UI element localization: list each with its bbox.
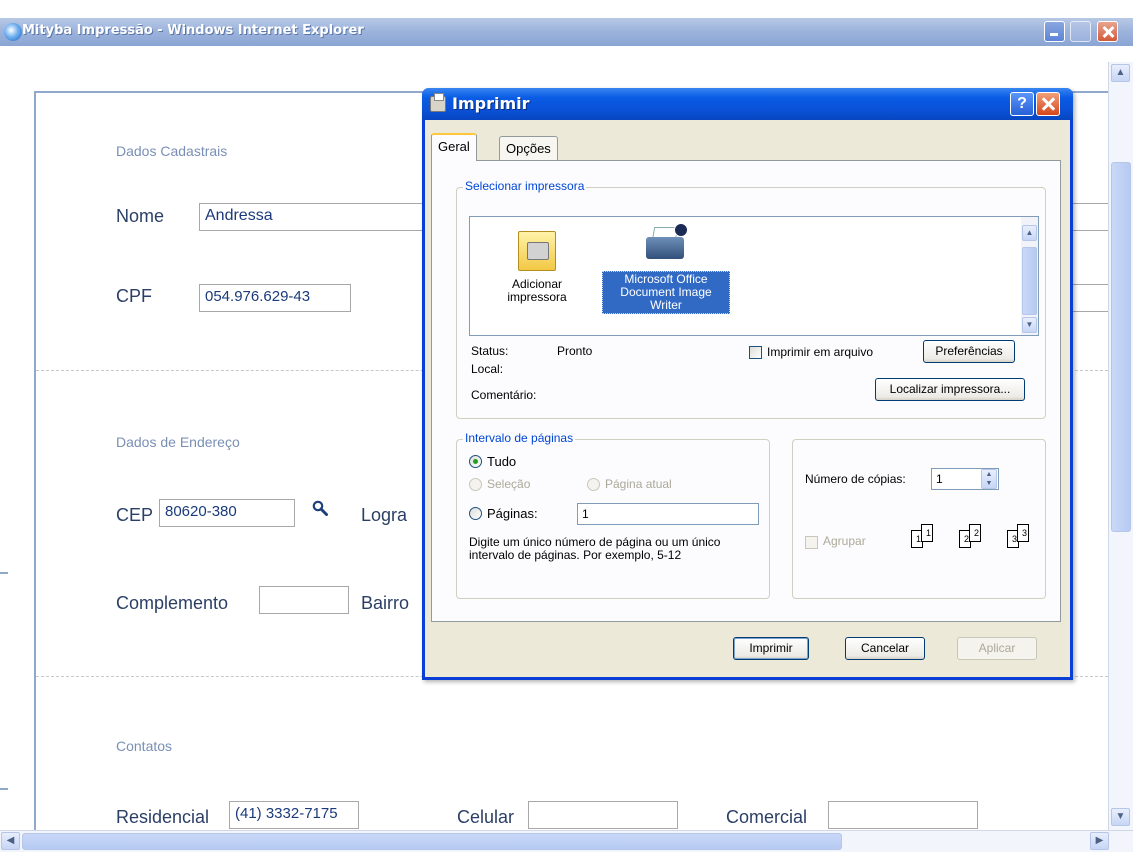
section-title-contatos: Contatos xyxy=(116,738,173,754)
find-printer-button[interactable]: Localizar impressora... xyxy=(875,378,1025,401)
status-value: Pronto xyxy=(557,344,593,358)
collate-page: 2 xyxy=(969,524,981,542)
comercial-input[interactable] xyxy=(828,801,978,829)
radio-current-page-label: Página atual xyxy=(605,477,672,491)
horizontal-scroll-thumb[interactable] xyxy=(22,833,842,850)
print-button[interactable]: Imprimir xyxy=(733,637,809,660)
comentario-label: Comentário: xyxy=(471,388,537,402)
complemento-label: Complemento xyxy=(116,593,229,613)
printer-title-icon xyxy=(430,93,446,112)
printer-name: Adicionar impressora xyxy=(507,277,567,304)
form-field-right-edge-2[interactable] xyxy=(1070,284,1108,312)
radio-all-label: Tudo xyxy=(487,454,517,469)
celular-input[interactable] xyxy=(528,801,678,829)
page-range-group: Intervalo de páginas Tudo Seleção Página… xyxy=(456,431,770,599)
left-edge-marker xyxy=(0,572,8,574)
preferences-button[interactable]: Preferências xyxy=(923,340,1015,363)
collate-icon: 1 1 2 2 3 3 xyxy=(903,520,1053,562)
collate-label: Agrupar xyxy=(823,534,866,548)
internet-explorer-icon xyxy=(4,23,22,41)
browser-title-bar: Mityba Impressão - Windows Internet Expl… xyxy=(0,18,1133,46)
copies-group: Número de cópias: 1 ▲ ▼ Agrupar 1 1 2 2 3… xyxy=(792,439,1046,599)
printer-item-mso-writer[interactable]: Microsoft Office Document Image Writer xyxy=(602,223,730,314)
scroll-up-icon[interactable]: ▲ xyxy=(1111,64,1130,82)
residencial-input[interactable]: (41) 3332-7175 xyxy=(229,801,359,829)
nome-input[interactable]: Andressa xyxy=(199,203,439,231)
complemento-input[interactable] xyxy=(259,586,349,614)
radio-all[interactable] xyxy=(469,455,482,468)
section-title-endereco: Dados de Endereço xyxy=(116,434,240,450)
select-printer-label: Selecionar impressora xyxy=(463,179,587,193)
help-button[interactable]: ? xyxy=(1010,92,1034,116)
logradouro-label: Logra xyxy=(361,505,408,525)
print-to-file-label: Imprimir em arquivo xyxy=(767,345,874,359)
radio-pages-label: Páginas: xyxy=(487,506,538,521)
maximize-button[interactable] xyxy=(1070,21,1091,42)
scroll-down-icon[interactable]: ▼ xyxy=(1022,317,1037,333)
apply-button: Aplicar xyxy=(957,637,1037,660)
celular-label: Celular xyxy=(457,807,515,827)
page-range-hint: Digite um único número de página ou um ú… xyxy=(469,535,721,562)
print-to-file-checkbox[interactable] xyxy=(749,346,762,359)
cpf-label: CPF xyxy=(116,286,152,306)
copies-spinner-icon[interactable]: ▲ ▼ xyxy=(981,469,997,489)
left-edge-marker-2 xyxy=(0,788,8,790)
search-icon[interactable] xyxy=(312,500,328,516)
radio-pages[interactable] xyxy=(469,507,482,520)
printer-icon xyxy=(644,223,688,267)
cep-input[interactable]: 80620-380 xyxy=(159,499,295,527)
local-label: Local: xyxy=(471,362,504,376)
horizontal-scrollbar[interactable]: ◀ ▶ xyxy=(0,830,1133,852)
dialog-title-bar[interactable]: Imprimir ? xyxy=(422,88,1073,120)
default-printer-check-icon xyxy=(674,223,688,237)
cep-label: CEP xyxy=(116,505,154,525)
copies-label: Número de cópias: xyxy=(805,472,906,486)
printer-name: Microsoft Office Document Image Writer xyxy=(602,271,730,314)
radio-current-page xyxy=(587,478,600,491)
add-printer-icon xyxy=(518,231,556,271)
scroll-down-icon[interactable]: ▼ xyxy=(1111,808,1130,826)
collate-page: 1 xyxy=(921,524,933,542)
select-printer-group: Selecionar impressora Adicionar impresso… xyxy=(456,179,1046,419)
window-title: Mityba Impressão - Windows Internet Expl… xyxy=(22,23,364,38)
close-button[interactable] xyxy=(1097,21,1118,42)
residencial-label: Residencial xyxy=(116,807,210,827)
printer-list[interactable]: Adicionar impressora Microsoft Office Do… xyxy=(469,216,1039,336)
dialog-title: Imprimir xyxy=(452,94,530,113)
bairro-label: Bairro xyxy=(361,593,410,613)
radio-selection-label: Seleção xyxy=(487,477,531,491)
print-dialog: Imprimir ? Geral Opções Selecionar impre… xyxy=(422,88,1073,680)
pages-input[interactable]: 1 xyxy=(577,503,759,525)
page-range-label: Intervalo de páginas xyxy=(463,431,576,445)
printer-list-scrollbar[interactable]: ▲ ▼ xyxy=(1021,217,1038,335)
section-title-dados-cadastrais: Dados Cadastrais xyxy=(116,143,228,159)
printer-list-scroll-thumb[interactable] xyxy=(1022,247,1037,315)
vertical-scroll-thumb[interactable] xyxy=(1111,162,1131,532)
dialog-close-button[interactable] xyxy=(1036,92,1060,116)
collate-checkbox xyxy=(805,536,818,549)
tab-opcoes[interactable]: Opções xyxy=(499,136,558,160)
radio-selection xyxy=(469,478,482,491)
tab-geral[interactable]: Geral xyxy=(431,133,477,161)
vertical-scrollbar[interactable]: ▲ ▼ xyxy=(1108,62,1133,830)
minimize-button[interactable] xyxy=(1044,21,1065,42)
nome-label: Nome xyxy=(116,206,165,226)
status-label: Status: xyxy=(471,344,509,358)
form-field-right-edge[interactable] xyxy=(1070,203,1108,231)
scroll-left-icon[interactable]: ◀ xyxy=(1,832,20,850)
collate-page: 3 xyxy=(1017,524,1029,542)
comercial-label: Comercial xyxy=(726,807,808,827)
scroll-up-icon[interactable]: ▲ xyxy=(1022,225,1037,241)
cpf-input[interactable]: 054.976.629-43 xyxy=(199,284,351,312)
tab-panel-geral: Selecionar impressora Adicionar impresso… xyxy=(431,160,1061,622)
cancel-button[interactable]: Cancelar xyxy=(845,637,925,660)
scroll-right-icon[interactable]: ▶ xyxy=(1090,832,1109,850)
printer-item-add[interactable]: Adicionar impressora xyxy=(492,231,582,305)
